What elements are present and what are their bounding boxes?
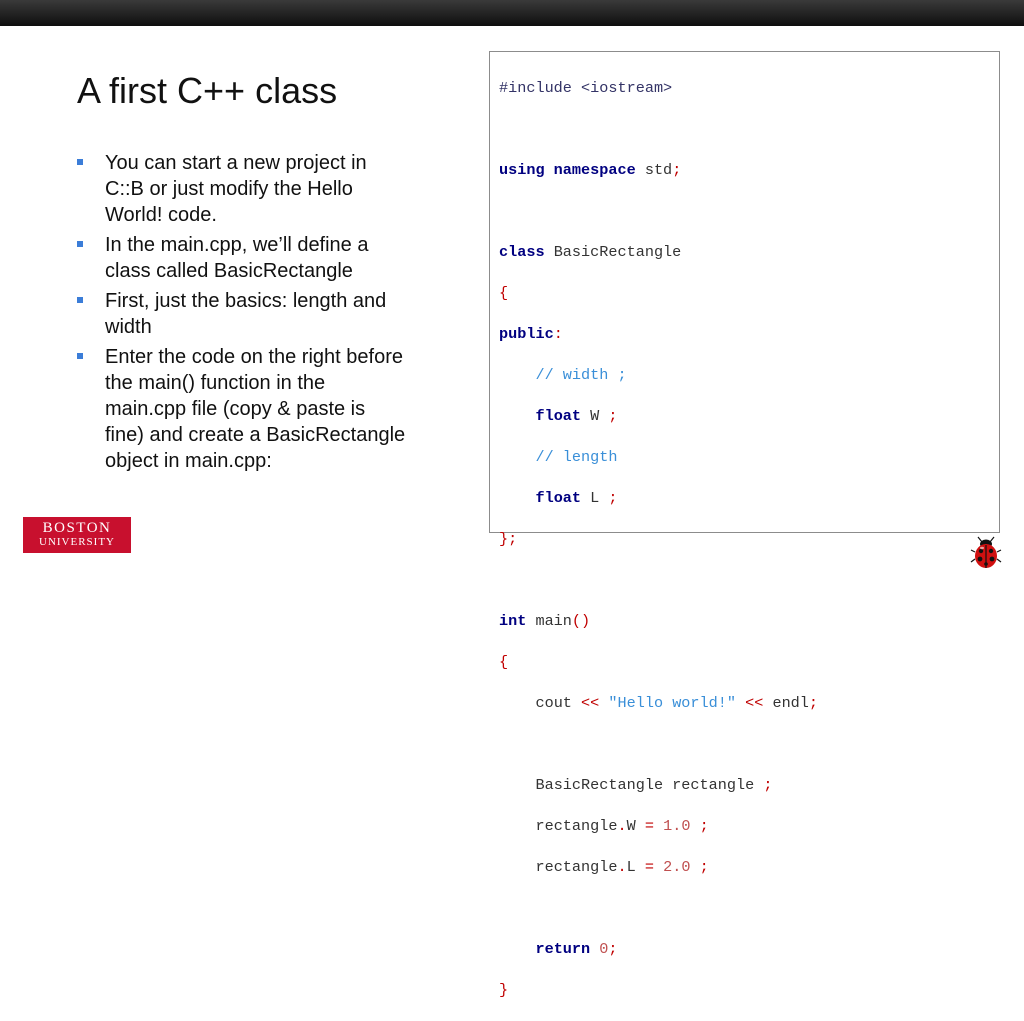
code-keyword: using namespace: [499, 160, 636, 179]
code-keyword: int: [499, 611, 527, 630]
code-line-rect-decl: BasicRectangle rectangle ;: [499, 775, 818, 796]
code-symbol: ;: [608, 939, 618, 958]
code-line-comment: // length: [499, 447, 818, 468]
code-identifier: rectangle: [535, 816, 618, 835]
code-identifier: L: [626, 857, 645, 876]
code-line-brace: {: [499, 283, 818, 304]
code-symbol: {: [499, 283, 509, 302]
boston-university-logo: BOSTON UNIVERSITY: [23, 517, 131, 553]
code-include: #include <iostream>: [499, 78, 673, 97]
code-symbol: (): [571, 611, 591, 630]
logo-line2: UNIVERSITY: [39, 536, 115, 548]
code-symbol: ;: [608, 406, 618, 425]
code-line-brace: {: [499, 652, 818, 673]
code-identifier: BasicRectangle rectangle: [535, 775, 764, 794]
code-block: #include <iostream> using namespace std;…: [489, 51, 1000, 999]
bullet-square-icon: [77, 297, 83, 303]
code-line-rect-w: rectangle.W = 1.0 ;: [499, 816, 818, 837]
code-line-brace: }: [499, 980, 818, 1001]
code-identifier: cout: [535, 693, 582, 712]
code-symbol: {: [499, 652, 509, 671]
code-symbol: <<: [581, 693, 600, 712]
code-comment: // width ;: [535, 365, 627, 384]
code-line-class: class BasicRectangle: [499, 242, 818, 263]
bullet-text: You can start a new project in C::B or j…: [105, 152, 367, 226]
code-number: 1.0: [653, 816, 700, 835]
code-symbol: ;: [608, 488, 618, 507]
code-line-cout: cout << "Hello world!" << endl;: [499, 693, 818, 714]
code-keyword: public: [499, 324, 554, 343]
code-symbol: <<: [745, 693, 764, 712]
code-identifier: std: [635, 160, 673, 179]
top-bar: [0, 0, 1024, 26]
code-symbol: ;: [763, 775, 773, 794]
code-keyword: float: [535, 406, 582, 425]
code-comment: // length: [535, 447, 618, 466]
code-identifier: main: [526, 611, 572, 630]
code-symbol: :: [553, 324, 563, 343]
code-symbol: ;: [808, 693, 819, 712]
code-symbol: .: [617, 857, 627, 876]
slide-title: A first C++ class: [77, 70, 338, 111]
bullet-item: In the main.cpp, we’ll define a class ca…: [77, 232, 407, 284]
code-line-comment: // width ;: [499, 365, 818, 386]
code-number: 0: [590, 939, 609, 958]
code-line-using: using namespace std;: [499, 160, 818, 181]
code-identifier: BasicRectangle: [544, 242, 682, 261]
code-symbol: };: [499, 529, 518, 548]
bullet-text: In the main.cpp, we’ll define a class ca…: [105, 234, 369, 282]
code-symbol: .: [617, 816, 627, 835]
bullet-square-icon: [77, 241, 83, 247]
code-identifier: rectangle: [535, 857, 618, 876]
code-symbol: }: [499, 980, 509, 999]
code-keyword: float: [535, 488, 582, 507]
code-symbol: =: [644, 857, 654, 876]
bullet-item: First, just the basics: length and width: [77, 288, 407, 340]
bullet-square-icon: [77, 353, 83, 359]
bullet-square-icon: [77, 159, 83, 165]
code-symbol: ;: [699, 816, 709, 835]
code-line-float-l: float L ;: [499, 488, 818, 509]
code-symbol: =: [644, 816, 654, 835]
code-listing: #include <iostream> using namespace std;…: [499, 57, 818, 1021]
code-line-return: return 0;: [499, 939, 818, 960]
bullet-item: You can start a new project in C::B or j…: [77, 150, 407, 228]
logo-line1: BOSTON: [42, 520, 112, 536]
code-identifier: W: [626, 816, 645, 835]
bullet-text: Enter the code on the right before the m…: [105, 346, 406, 472]
code-symbol: ;: [699, 857, 709, 876]
code-keyword: class: [499, 242, 545, 261]
code-symbol: ;: [672, 160, 682, 179]
code-string: "Hello world!": [599, 693, 746, 712]
bullet-text: First, just the basics: length and width: [105, 290, 387, 338]
code-line-float-w: float W ;: [499, 406, 818, 427]
code-identifier: L: [581, 488, 609, 507]
code-identifier: endl: [763, 693, 809, 712]
code-line-rect-l: rectangle.L = 2.0 ;: [499, 857, 818, 878]
code-line-public: public:: [499, 324, 818, 345]
code-line-include: #include <iostream>: [499, 78, 818, 99]
bullet-item: Enter the code on the right before the m…: [77, 344, 407, 474]
code-line-brace: };: [499, 529, 818, 550]
code-line-main: int main(): [499, 611, 818, 632]
bullet-list: You can start a new project in C::B or j…: [77, 150, 407, 478]
ladybug-icon: [970, 536, 1002, 568]
code-identifier: W: [581, 406, 609, 425]
code-keyword: return: [535, 939, 591, 958]
code-number: 2.0: [653, 857, 700, 876]
